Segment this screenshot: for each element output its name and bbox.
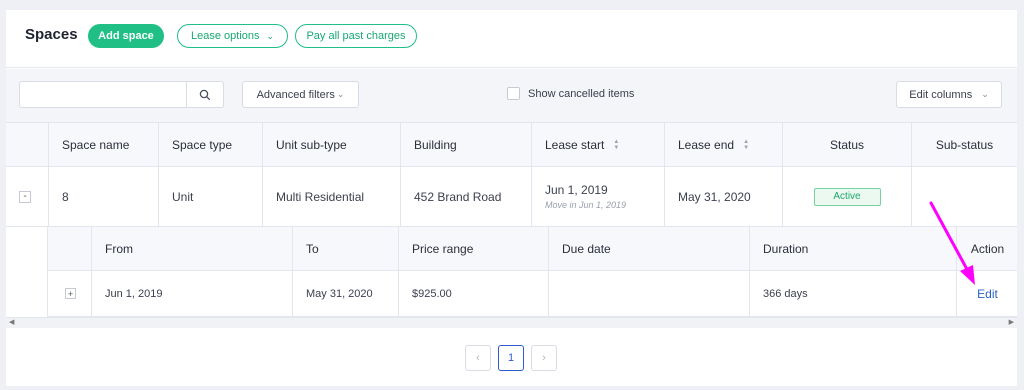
nested-table-row: + Jun 1, 2019 May 31, 2020 $925.00 366 d… xyxy=(48,271,1017,317)
cell-building: 452 Brand Road xyxy=(400,167,531,226)
nested-toggle-cell: + xyxy=(48,271,91,316)
nested-cell-duration: 366 days xyxy=(749,271,956,316)
lease-options-label: Lease options xyxy=(190,30,260,42)
chevron-down-icon: ⌄ xyxy=(266,30,275,41)
nested-charges-table: From To Price range Due date Duration Ac… xyxy=(47,227,1017,317)
nested-header-duration: Duration xyxy=(749,227,956,270)
expand-row-button[interactable]: + xyxy=(65,288,76,299)
show-cancelled-label: Show cancelled items xyxy=(528,87,635,100)
column-header-lease-end[interactable]: Lease end ▲ ▼ xyxy=(664,123,782,167)
column-header-sub-status[interactable]: Sub-status xyxy=(911,123,1017,167)
nested-cell-to: May 31, 2020 xyxy=(292,271,398,316)
table-header: Space name Space type Unit sub-type Buil… xyxy=(6,122,1017,167)
cell-lease-end: May 31, 2020 xyxy=(664,167,782,226)
chevron-down-icon: ⌄ xyxy=(336,89,345,99)
cell-space-name: 8 xyxy=(48,167,158,226)
show-cancelled-toggle[interactable]: Show cancelled items xyxy=(507,87,634,100)
lease-end-header-label: Lease end xyxy=(678,138,735,152)
table-row[interactable]: - 8 Unit Multi Residential 452 Brand Roa… xyxy=(6,167,1017,227)
chevron-down-icon: ⌄ xyxy=(981,89,989,99)
sort-icon[interactable]: ▲ ▼ xyxy=(743,139,749,151)
scroll-left-icon[interactable]: ◀ xyxy=(9,318,14,328)
advanced-filters-button[interactable]: Advanced filters ⌄ xyxy=(242,81,359,108)
pagination: ‹ 1 › xyxy=(465,345,557,371)
cell-unit-sub-type: Multi Residential xyxy=(262,167,400,226)
edit-columns-label: Edit columns xyxy=(909,88,973,101)
next-page-button[interactable]: › xyxy=(531,345,557,371)
nested-header-action: Action xyxy=(956,227,1018,270)
collapse-row-button[interactable]: - xyxy=(19,190,31,203)
column-header-status[interactable]: Status xyxy=(782,123,911,167)
nested-expand-header xyxy=(48,227,91,270)
lease-start-date: Jun 1, 2019 xyxy=(545,183,608,197)
edit-link[interactable]: Edit xyxy=(977,287,998,301)
column-header-space-type[interactable]: Space type xyxy=(158,123,262,167)
cell-sub-status xyxy=(911,167,1017,226)
page-title: Spaces xyxy=(25,26,78,43)
page-1-button[interactable]: 1 xyxy=(498,345,524,371)
show-cancelled-checkbox[interactable] xyxy=(507,87,520,100)
cell-lease-start: Jun 1, 2019 Move in Jun 1, 2019 xyxy=(531,167,664,226)
prev-page-button[interactable]: ‹ xyxy=(465,345,491,371)
advanced-filters-label: Advanced filters xyxy=(256,88,335,101)
sort-icon[interactable]: ▲ ▼ xyxy=(613,139,619,151)
pay-all-past-charges-button[interactable]: Pay all past charges xyxy=(295,24,417,48)
status-badge: Active xyxy=(813,187,881,206)
expand-column-header xyxy=(6,123,48,167)
add-space-button[interactable]: Add space xyxy=(88,24,164,48)
lease-options-button[interactable]: Lease options ⌄ xyxy=(177,24,288,48)
search-input[interactable] xyxy=(19,81,187,108)
nested-header-price-range: Price range xyxy=(398,227,548,270)
move-in-note: Move in Jun 1, 2019 xyxy=(545,200,627,210)
nested-cell-action: Edit xyxy=(956,271,1018,316)
cell-space-type: Unit xyxy=(158,167,262,226)
scroll-right-icon[interactable]: ▶ xyxy=(1009,318,1014,328)
nested-header-due-date: Due date xyxy=(548,227,749,270)
cell-status: Active xyxy=(782,167,911,226)
search-icon xyxy=(199,89,211,100)
column-header-lease-start[interactable]: Lease start ▲ ▼ xyxy=(531,123,664,167)
lease-start-header-label: Lease start xyxy=(545,138,605,152)
column-header-building[interactable]: Building xyxy=(400,123,531,167)
row-toggle-cell: - xyxy=(6,167,48,226)
horizontal-scrollbar[interactable]: ◀ ▶ xyxy=(6,317,1017,328)
filter-toolbar: Advanced filters ⌄ Show cancelled items … xyxy=(6,69,1017,122)
nested-header-to: To xyxy=(292,227,398,270)
column-header-space-name[interactable]: Space name xyxy=(48,123,158,167)
nested-header-from: From xyxy=(91,227,292,270)
search-button[interactable] xyxy=(186,81,224,108)
nested-table-header: From To Price range Due date Duration Ac… xyxy=(48,227,1017,271)
nested-cell-from: Jun 1, 2019 xyxy=(91,271,292,316)
panel-header: Spaces Add space Lease options ⌄ Pay all… xyxy=(6,10,1017,68)
nested-cell-due-date xyxy=(548,271,749,316)
spaces-panel: Spaces Add space Lease options ⌄ Pay all… xyxy=(6,10,1017,386)
nested-cell-price-range: $925.00 xyxy=(398,271,548,316)
column-header-unit-sub-type[interactable]: Unit sub-type xyxy=(262,123,400,167)
edit-columns-button[interactable]: Edit columns ⌄ xyxy=(896,81,1002,108)
